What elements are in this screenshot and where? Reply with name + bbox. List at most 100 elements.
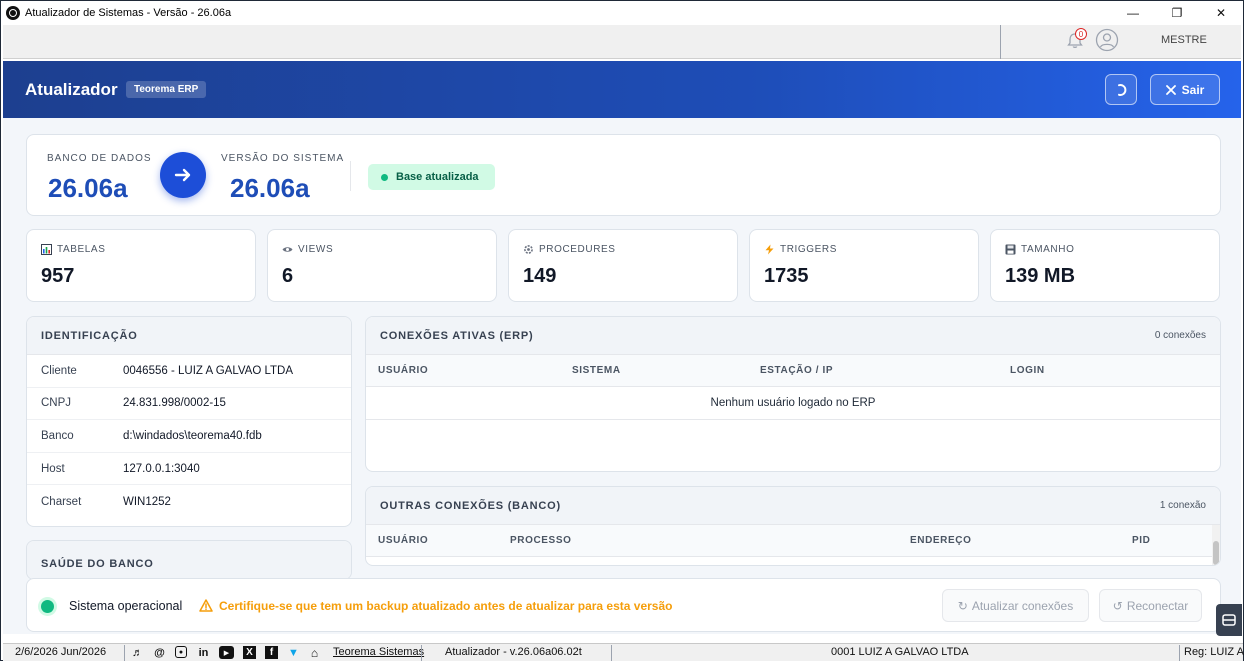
status-text: Sistema operacional xyxy=(69,599,183,613)
refresh-button[interactable] xyxy=(1105,74,1137,105)
x-icon[interactable]: X xyxy=(243,646,256,659)
db-version-value: 26.06a xyxy=(48,173,128,203)
ident-row-client: Cliente 0046556 - LUIZ A GALVAO LTDA xyxy=(27,355,351,388)
stat-card-procedures: PROCEDURES 149 xyxy=(508,229,738,302)
app-version: Atualizador - v.26.06a06.02t xyxy=(445,646,582,658)
version-card: BANCO DE DADOS 26.06a VERSÃO DO SISTEMA … xyxy=(26,134,1221,216)
page-header: Atualizador Teorema ERP Sair xyxy=(3,61,1241,118)
facebook-icon[interactable]: f xyxy=(265,646,278,659)
maximize-button[interactable]: ❐ xyxy=(1155,1,1199,25)
exit-button[interactable]: Sair xyxy=(1150,74,1220,105)
identification-title: IDENTIFICAÇÃO xyxy=(27,317,351,355)
table-header: USUÁRIO PROCESSO ENDEREÇO PID xyxy=(366,525,1220,557)
ident-value: 127.0.0.1:3040 xyxy=(123,462,200,475)
column-header[interactable]: ESTAÇÃO / IP xyxy=(760,365,833,376)
views-label: VIEWS xyxy=(298,244,334,255)
refresh-icon: ↻ xyxy=(957,598,968,613)
client-name: 0001 LUIZ A GALVAO LTDA xyxy=(831,646,969,658)
active-connections-count: 0 conexões xyxy=(1154,330,1206,341)
email-icon[interactable]: @ xyxy=(153,646,166,659)
reconnect-button[interactable]: ↺ Reconectar xyxy=(1099,589,1202,622)
app-logo-icon xyxy=(6,6,20,20)
column-header[interactable]: LOGIN xyxy=(1010,365,1045,376)
stat-card-views: VIEWS 6 xyxy=(267,229,497,302)
footer-divider xyxy=(611,645,612,661)
footer-bar: 2/6/2026 Jun/2026 ♬ @ ● in ▶ X f ▼ ⌂ Teo… xyxy=(3,643,1244,661)
health-title: SAÚDE DO BANCO xyxy=(27,541,351,579)
active-connections-header: CONEXÕES ATIVAS (ERP) 0 conexões xyxy=(366,317,1220,355)
status-dot-icon xyxy=(381,173,388,181)
refresh-icon xyxy=(1118,83,1127,96)
stat-label-tables: TABELAS xyxy=(41,244,105,255)
refresh-connections-button[interactable]: ↻ Atualizar conexões xyxy=(942,589,1089,622)
active-connections-card: CONEXÕES ATIVAS (ERP) 0 conexões USUÁRIO… xyxy=(365,316,1221,472)
column-header[interactable]: USUÁRIO xyxy=(378,365,428,376)
stat-card-size: TAMANHO 139 MB xyxy=(990,229,1220,302)
arrow-right-icon xyxy=(160,152,206,198)
exit-button-label: Sair xyxy=(1181,82,1205,97)
column-header[interactable]: PROCESSO xyxy=(510,535,571,546)
window-controls: — ❐ ✕ xyxy=(1111,1,1243,25)
stat-label-size: TAMANHO xyxy=(1005,244,1074,255)
footer-divider xyxy=(421,645,422,661)
ident-key: Charset xyxy=(41,495,82,508)
vertical-scrollbar[interactable] xyxy=(1212,525,1220,565)
status-badge-label: Base atualizada xyxy=(396,171,479,183)
status-bar: Sistema operacional Certifique-se que te… xyxy=(26,578,1221,632)
empty-message: Nenhum usuário logado no ERP xyxy=(366,387,1220,420)
registration: Reg: LUIZ A xyxy=(1184,646,1244,658)
column-header[interactable]: PID xyxy=(1132,535,1150,546)
column-header[interactable]: ENDEREÇO xyxy=(910,535,971,546)
stat-label-views: VIEWS xyxy=(282,244,333,255)
gear-icon xyxy=(524,245,533,254)
user-name: MESTRE xyxy=(1161,34,1207,46)
linkedin-icon[interactable]: in xyxy=(197,646,210,659)
ident-value: 0046556 - LUIZ A GALVAO LTDA xyxy=(123,364,294,377)
warning-icon xyxy=(199,599,213,612)
product-tag: Teorema ERP xyxy=(126,81,207,98)
stat-label-procedures: PROCEDURES xyxy=(523,244,616,255)
company-link[interactable]: Teorema Sistemas xyxy=(333,646,424,658)
status-indicator-icon xyxy=(41,600,54,613)
ident-row-cnpj: CNPJ 24.831.998/0002-15 xyxy=(27,388,351,421)
stat-value-procedures: 149 xyxy=(523,265,557,287)
procedures-label: PROCEDURES xyxy=(539,244,616,255)
active-connections-title: CONEXÕES ATIVAS (ERP) xyxy=(380,329,534,342)
toolbar-divider xyxy=(1000,25,1001,59)
close-button[interactable]: ✕ xyxy=(1199,1,1243,25)
stat-card-triggers: TRIGGERS 1735 xyxy=(749,229,979,302)
close-icon xyxy=(1165,84,1176,95)
teorema-logo-icon[interactable]: ▼ xyxy=(287,646,300,659)
headset-icon[interactable]: ♬ xyxy=(131,646,144,659)
table-header: USUÁRIO SISTEMA ESTAÇÃO / IP LOGIN xyxy=(366,355,1220,387)
ident-value: 24.831.998/0002-15 xyxy=(123,397,226,410)
instagram-icon[interactable]: ● xyxy=(175,646,187,658)
system-version-value: 26.06a xyxy=(230,173,310,203)
stat-value-triggers: 1735 xyxy=(764,265,809,287)
system-version-label: VERSÃO DO SISTEMA xyxy=(221,153,345,164)
ident-key: CNPJ xyxy=(41,397,72,410)
minimize-button[interactable]: — xyxy=(1111,1,1155,25)
size-label: TAMANHO xyxy=(1021,244,1075,255)
other-connections-header: OUTRAS CONEXÕES (BANCO) 1 conexão xyxy=(366,487,1220,525)
page-title: Atualizador xyxy=(25,80,118,99)
reconnect-label: Reconectar xyxy=(1126,598,1189,613)
column-header[interactable]: USUÁRIO xyxy=(378,535,428,546)
ident-row-charset: Charset WIN1252 xyxy=(27,485,351,518)
lightning-icon xyxy=(765,244,774,255)
side-panel-toggle[interactable] xyxy=(1216,604,1242,636)
tables-label: TABELAS xyxy=(57,244,106,255)
footer-divider xyxy=(1179,645,1180,661)
user-avatar-icon[interactable] xyxy=(1095,28,1119,52)
footer-date: 2/6/2026 Jun/2026 xyxy=(15,646,107,658)
refresh-connections-label: Atualizar conexões xyxy=(971,598,1074,613)
identification-card: IDENTIFICAÇÃO Cliente 0046556 - LUIZ A G… xyxy=(26,316,352,527)
stat-label-triggers: TRIGGERS xyxy=(764,244,837,255)
column-header[interactable]: SISTEMA xyxy=(572,365,621,376)
graduation-cap-icon[interactable]: ⌂ xyxy=(308,646,321,660)
bar-chart-icon xyxy=(41,244,52,255)
version-divider xyxy=(350,161,351,191)
eye-icon xyxy=(282,247,293,252)
youtube-icon[interactable]: ▶ xyxy=(219,646,234,659)
other-connections-card: OUTRAS CONEXÕES (BANCO) 1 conexão USUÁRI… xyxy=(365,486,1221,566)
